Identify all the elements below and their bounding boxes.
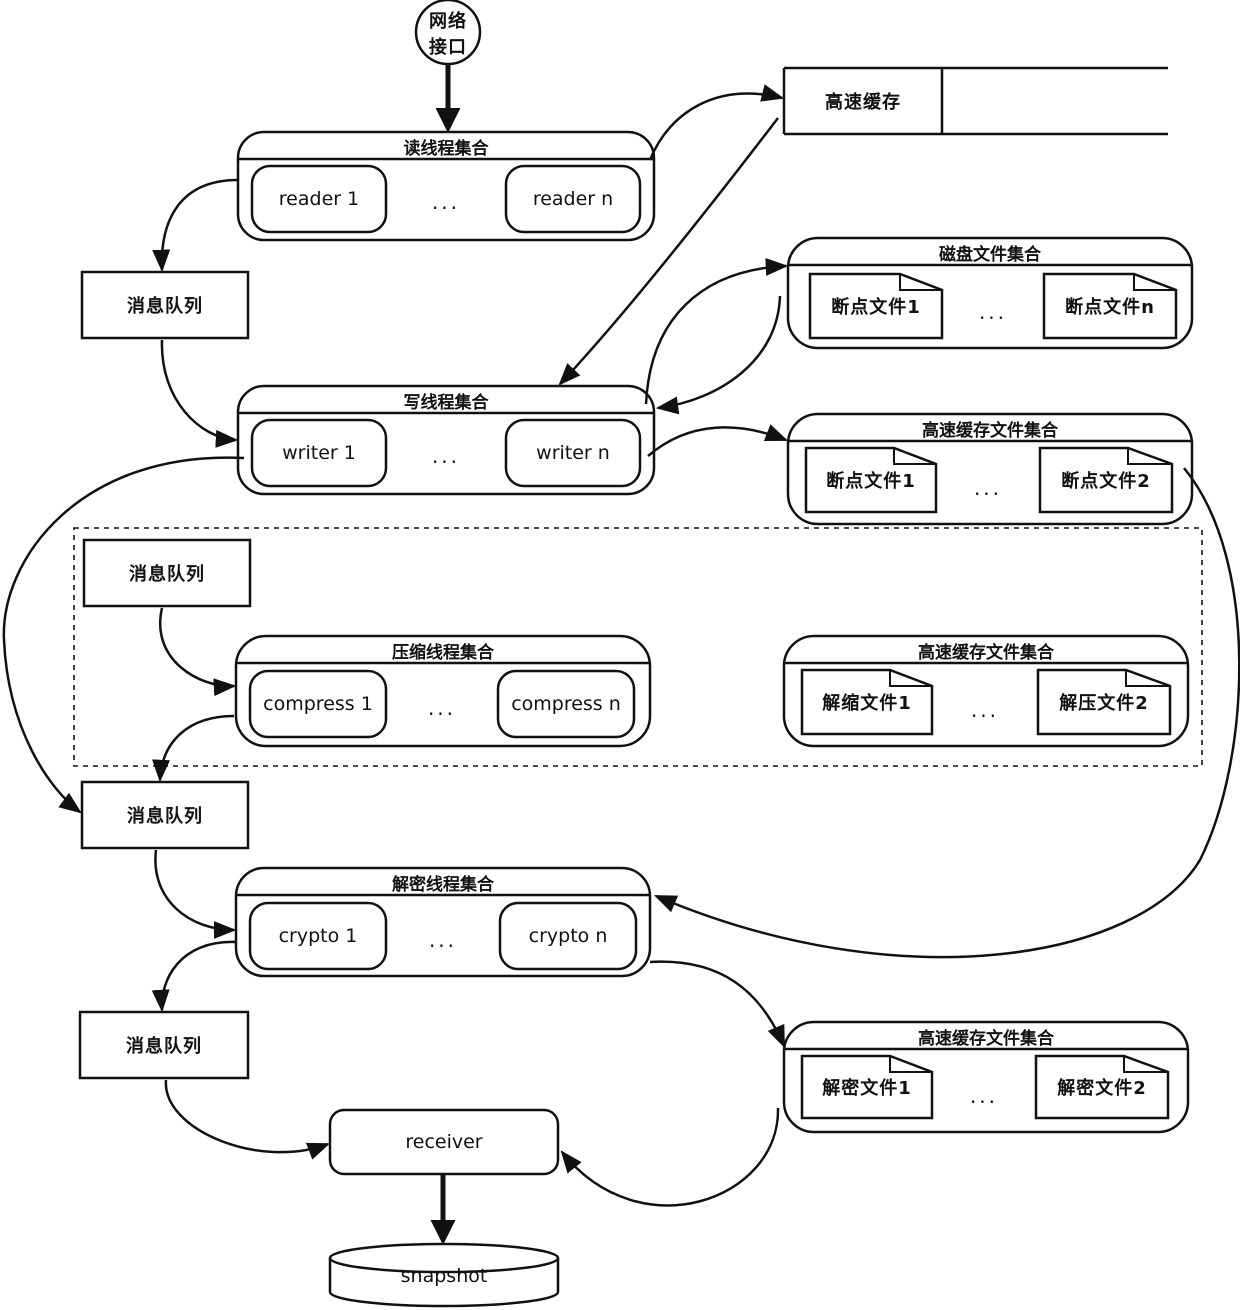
writer-group-title: 写线程集合 (403, 392, 489, 413)
network-interface-label-1: 网络 (429, 11, 467, 32)
disk-files-title: 磁盘文件集合 (939, 244, 1041, 265)
queue-2-label: 消息队列 (129, 564, 205, 585)
writer-to-queue3-arrow (2, 456, 245, 814)
queue2-to-compress-arrow (159, 607, 237, 697)
cache-files-1-file-2[interactable]: 断点文件2 (1040, 450, 1172, 510)
writer-ellipsis: ... (431, 444, 461, 468)
queue-3-label: 消息队列 (127, 806, 203, 827)
cache-files-3-file-2[interactable]: 解密文件2 (1036, 1058, 1168, 1116)
queue-1-label: 消息队列 (127, 296, 203, 317)
compress-1[interactable]: compress 1 (250, 671, 386, 737)
reader-ellipsis: ... (431, 190, 461, 214)
queue4-to-receiver-arrow (164, 1079, 331, 1160)
reader-1[interactable]: reader 1 (252, 166, 386, 232)
cache-files-3-file-1[interactable]: 解密文件1 (802, 1058, 932, 1116)
cache-files-1-file-1[interactable]: 断点文件1 (806, 450, 936, 510)
compress-n[interactable]: compress n (498, 671, 634, 737)
cache-files-3-title: 高速缓存文件集合 (918, 1028, 1054, 1049)
reader-to-queue1-arrow (152, 178, 239, 273)
snapshot-label[interactable]: snapshot (330, 1262, 558, 1290)
queue-4-label: 消息队列 (126, 1036, 202, 1057)
queue1-to-writer-arrow (160, 339, 239, 448)
disk-file-1[interactable]: 断点文件1 (810, 276, 942, 336)
reader-group-title: 读线程集合 (403, 138, 489, 159)
writer-1[interactable]: writer 1 (252, 420, 386, 486)
cache-files-1-ellipsis: ... (973, 476, 1003, 500)
queue3-to-crypto-arrow (154, 849, 237, 939)
writer-to-disk-arrow (644, 257, 789, 405)
disk-file-n[interactable]: 断点文件n (1044, 276, 1176, 336)
crypto-n[interactable]: crypto n (500, 903, 636, 969)
compress-group-title: 压缩线程集合 (392, 642, 494, 663)
reader-to-cache-arrow (648, 84, 785, 161)
disk-files-ellipsis: ... (978, 300, 1008, 324)
crypto-ellipsis: ... (428, 928, 458, 952)
writer-to-cachefiles1-arrow (647, 424, 789, 457)
cache-files-2-file-2[interactable]: 解压文件2 (1038, 672, 1170, 732)
receiver-label[interactable]: receiver (330, 1110, 558, 1174)
crypto-group-title: 解密线程集合 (392, 874, 494, 895)
writer-n[interactable]: writer n (506, 420, 640, 486)
cache-files-1-title: 高速缓存文件集合 (922, 420, 1058, 441)
crypto-to-cachefiles3-arrow (649, 960, 786, 1049)
crypto-to-queue4-arrow (151, 940, 237, 1013)
cache-files-2-ellipsis: ... (970, 698, 1000, 722)
cache-files-2-title: 高速缓存文件集合 (918, 642, 1054, 663)
network-interface-label-2: 接口 (429, 37, 467, 58)
compress-to-queue3-arrow (152, 714, 235, 783)
compress-ellipsis: ... (427, 696, 457, 720)
cache-files-3-ellipsis: ... (969, 1084, 999, 1108)
crypto-1[interactable]: crypto 1 (250, 903, 386, 969)
cache-files-2-file-1[interactable]: 解缩文件1 (802, 672, 932, 732)
reader-n[interactable]: reader n (506, 166, 640, 232)
disk-to-writer-arrow (655, 295, 782, 415)
cachefiles3-to-receiver-arrow (560, 1107, 780, 1207)
cache-label: 高速缓存 (825, 92, 901, 113)
